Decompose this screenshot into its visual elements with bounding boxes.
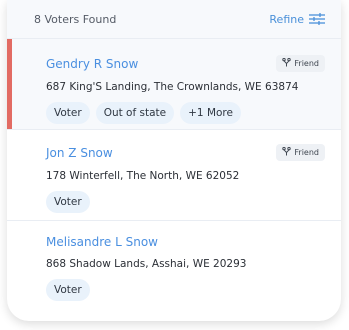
voter-address: 868 Shadow Lands, Asshai, WE 20293 xyxy=(46,258,247,270)
voter-item[interactable]: Jon Z Snow Friend 178 Winterfell, The No… xyxy=(7,130,341,221)
voter-tags: Voter xyxy=(46,191,325,213)
voter-count: 8 Voters Found xyxy=(34,12,117,26)
tag-out-of-state: Out of state xyxy=(95,102,175,124)
refine-label: Refine xyxy=(269,12,304,26)
tag-voter: Voter xyxy=(46,279,90,301)
friend-icon xyxy=(282,57,292,69)
friend-icon xyxy=(282,146,292,158)
voter-address: 687 King'S Landing, The Crownlands, WE 6… xyxy=(46,81,299,93)
sliders-icon xyxy=(309,13,325,25)
voter-name[interactable]: Melisandre L Snow xyxy=(46,235,158,249)
badge-label: Friend xyxy=(294,148,319,157)
friend-badge: Friend xyxy=(276,144,325,161)
results-header: 8 Voters Found Refine xyxy=(7,0,341,39)
tag-more-button[interactable]: +1 More xyxy=(180,102,241,124)
tag-voter: Voter xyxy=(46,191,90,213)
voter-tags: Voter Out of state +1 More xyxy=(46,102,325,124)
voter-name[interactable]: Jon Z Snow xyxy=(46,146,113,160)
voter-results-card: 8 Voters Found Refine Gendry R Snow Frie… xyxy=(7,0,341,321)
tag-voter: Voter xyxy=(46,102,90,124)
voter-name[interactable]: Gendry R Snow xyxy=(46,57,138,71)
refine-button[interactable]: Refine xyxy=(269,13,325,26)
voter-item[interactable]: Melisandre L Snow 868 Shadow Lands, Assh… xyxy=(7,221,341,301)
voter-item[interactable]: Gendry R Snow Friend 687 King'S Landing,… xyxy=(7,39,341,130)
badge-label: Friend xyxy=(294,59,319,68)
friend-badge: Friend xyxy=(276,55,325,72)
voter-address: 178 Winterfell, The North, WE 62052 xyxy=(46,170,240,182)
voter-tags: Voter xyxy=(46,279,325,301)
